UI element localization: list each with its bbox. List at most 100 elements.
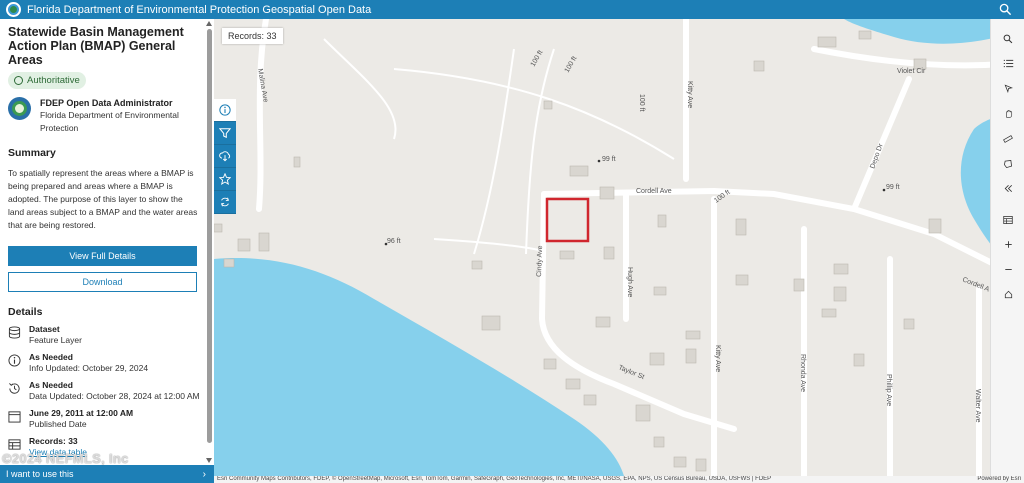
map-attribution: Esri Community Maps Contributors, FDEP, … <box>214 476 1024 483</box>
owner-block: FDEP Open Data Administrator Florida Dep… <box>8 97 200 135</box>
i-want-to-use-this-bar[interactable]: I want to use this › <box>0 465 214 483</box>
download-tool-button[interactable] <box>214 145 236 168</box>
records-count: Records: 33 <box>222 28 283 44</box>
detail-value: Info Updated: October 29, 2024 <box>29 363 149 373</box>
app-title[interactable]: Florida Department of Environmental Prot… <box>27 4 371 16</box>
history-icon <box>9 383 20 394</box>
pan-tool-button[interactable] <box>991 101 1024 126</box>
summary-text: To spatially represent the areas where a… <box>8 168 198 230</box>
detail-value: Data Updated: October 28, 2024 at 12:00 … <box>29 391 200 401</box>
star-icon <box>219 173 231 185</box>
summary-heading: Summary <box>8 147 56 159</box>
table-icon <box>8 439 21 450</box>
elevation-label: 99 ft <box>886 184 900 191</box>
download-button[interactable]: Download <box>8 272 197 292</box>
plus-icon <box>1004 241 1012 248</box>
owner-name: FDEP Open Data Administrator <box>40 98 173 108</box>
hand-icon <box>1005 109 1012 118</box>
attribution-text: Esri Community Maps Contributors, FDEP, … <box>217 476 772 482</box>
detail-row-info-updated: As Needed Info Updated: October 29, 2024 <box>8 352 200 374</box>
favorite-tool-button[interactable] <box>214 168 236 191</box>
detail-title: Dataset <box>29 324 60 334</box>
road-label-cordell-ave: Cordell Ave <box>636 188 672 195</box>
select-tool-button[interactable] <box>991 76 1024 101</box>
elevation-point <box>882 188 886 192</box>
pointer-icon <box>1004 84 1013 93</box>
detail-value: Feature Layer <box>29 335 82 345</box>
cloud-download-icon <box>219 151 231 162</box>
double-chevron-left-icon <box>1004 184 1012 193</box>
details-panel: Statewide Basin Management Action Plan (… <box>0 19 214 465</box>
road-label-rhonda-ave: Rhonda Ave <box>799 354 806 392</box>
collapse-tools-button[interactable] <box>991 176 1024 201</box>
chevron-right-icon: › <box>202 469 206 480</box>
authoritative-badge: Authoritative <box>8 72 86 89</box>
layer-list-button[interactable] <box>991 51 1024 76</box>
badge-label: Authoritative <box>27 75 80 86</box>
view-full-details-button[interactable]: View Full Details <box>8 246 197 266</box>
owner-avatar <box>8 97 31 120</box>
table-icon <box>1003 215 1013 224</box>
elevation-point <box>384 242 388 246</box>
zoom-out-button[interactable] <box>991 257 1024 282</box>
info-icon <box>8 354 21 367</box>
mls-watermark: ©2024 NEFMLS, Inc <box>2 451 129 466</box>
elevation-point <box>597 159 601 163</box>
layer-title: Statewide Basin Management Action Plan (… <box>8 25 184 67</box>
elevation-label: 96 ft <box>387 238 401 245</box>
share-tool-button[interactable] <box>214 191 236 214</box>
road-label-phillip-ave: Phillip Ave <box>885 374 892 406</box>
lake-water <box>214 258 624 476</box>
use-this-label: I want to use this <box>6 469 74 479</box>
basemap: Violet Cir Cordell Ave Cordell A Cindy A… <box>214 19 1024 476</box>
dataset-icon <box>8 326 21 339</box>
road-label-cordell-ave-2: Cordell A <box>961 276 990 293</box>
detail-title: As Needed <box>29 352 73 362</box>
check-circle-icon <box>14 76 23 85</box>
road-label-kitty-ave: Kitty Ave <box>686 81 693 108</box>
road-label-depo-dr: Depo Dr <box>869 142 885 170</box>
attribute-table-button[interactable] <box>991 207 1024 232</box>
home-extent-button[interactable] <box>991 282 1024 307</box>
detail-row-data-updated: As Needed Data Updated: October 28, 2024… <box>8 380 200 402</box>
refresh-share-icon <box>221 197 229 207</box>
panel-scrollbar[interactable] <box>207 29 212 443</box>
powered-by-esri[interactable]: Powered by Esri <box>977 476 1021 483</box>
filter-tool-button[interactable] <box>214 122 236 145</box>
search-icon <box>1003 34 1013 43</box>
elevation-label: 99 ft <box>602 156 616 163</box>
home-icon <box>1004 290 1012 299</box>
fdep-logo[interactable] <box>6 2 21 17</box>
road-label-violet-cir: Violet Cir <box>897 68 926 75</box>
map-right-toolbar <box>990 19 1024 476</box>
app-header: Florida Department of Environmental Prot… <box>0 0 1024 19</box>
contour-label: 100 ft <box>530 49 545 68</box>
minus-icon <box>1004 269 1012 270</box>
detail-value: Published Date <box>29 419 87 429</box>
draw-tool-button[interactable] <box>991 151 1024 176</box>
contour-label: 100 ft <box>638 94 645 112</box>
selected-parcel <box>545 197 590 243</box>
search-icon[interactable] <box>999 3 1012 16</box>
list-icon <box>1003 59 1013 68</box>
details-heading: Details <box>8 306 43 318</box>
filter-icon <box>219 128 231 139</box>
scroll-up-arrow[interactable] <box>206 21 212 26</box>
detail-title: As Needed <box>29 380 73 390</box>
calendar-icon <box>8 411 21 423</box>
ruler-icon <box>1003 134 1013 143</box>
detail-title: Records: 33 <box>29 436 78 446</box>
road-label-walter-ave: Walter Ave <box>974 389 981 423</box>
map-search-button[interactable] <box>991 26 1024 51</box>
owner-org: Florida Department of Environmental Prot… <box>40 110 179 133</box>
zoom-in-button[interactable] <box>991 232 1024 257</box>
map-view[interactable]: Violet Cir Cordell Ave Cordell A Cindy A… <box>214 19 1024 476</box>
scroll-down-arrow[interactable] <box>206 458 212 463</box>
contour-label: 100 ft <box>564 55 579 74</box>
info-icon <box>219 104 231 116</box>
polygon-icon <box>1004 159 1013 168</box>
road-label-kitty-ave-2: Kitty Ave <box>714 345 721 372</box>
measure-tool-button[interactable] <box>991 126 1024 151</box>
detail-row-dataset: Dataset Feature Layer <box>8 324 200 346</box>
info-tool-button[interactable] <box>214 99 236 122</box>
